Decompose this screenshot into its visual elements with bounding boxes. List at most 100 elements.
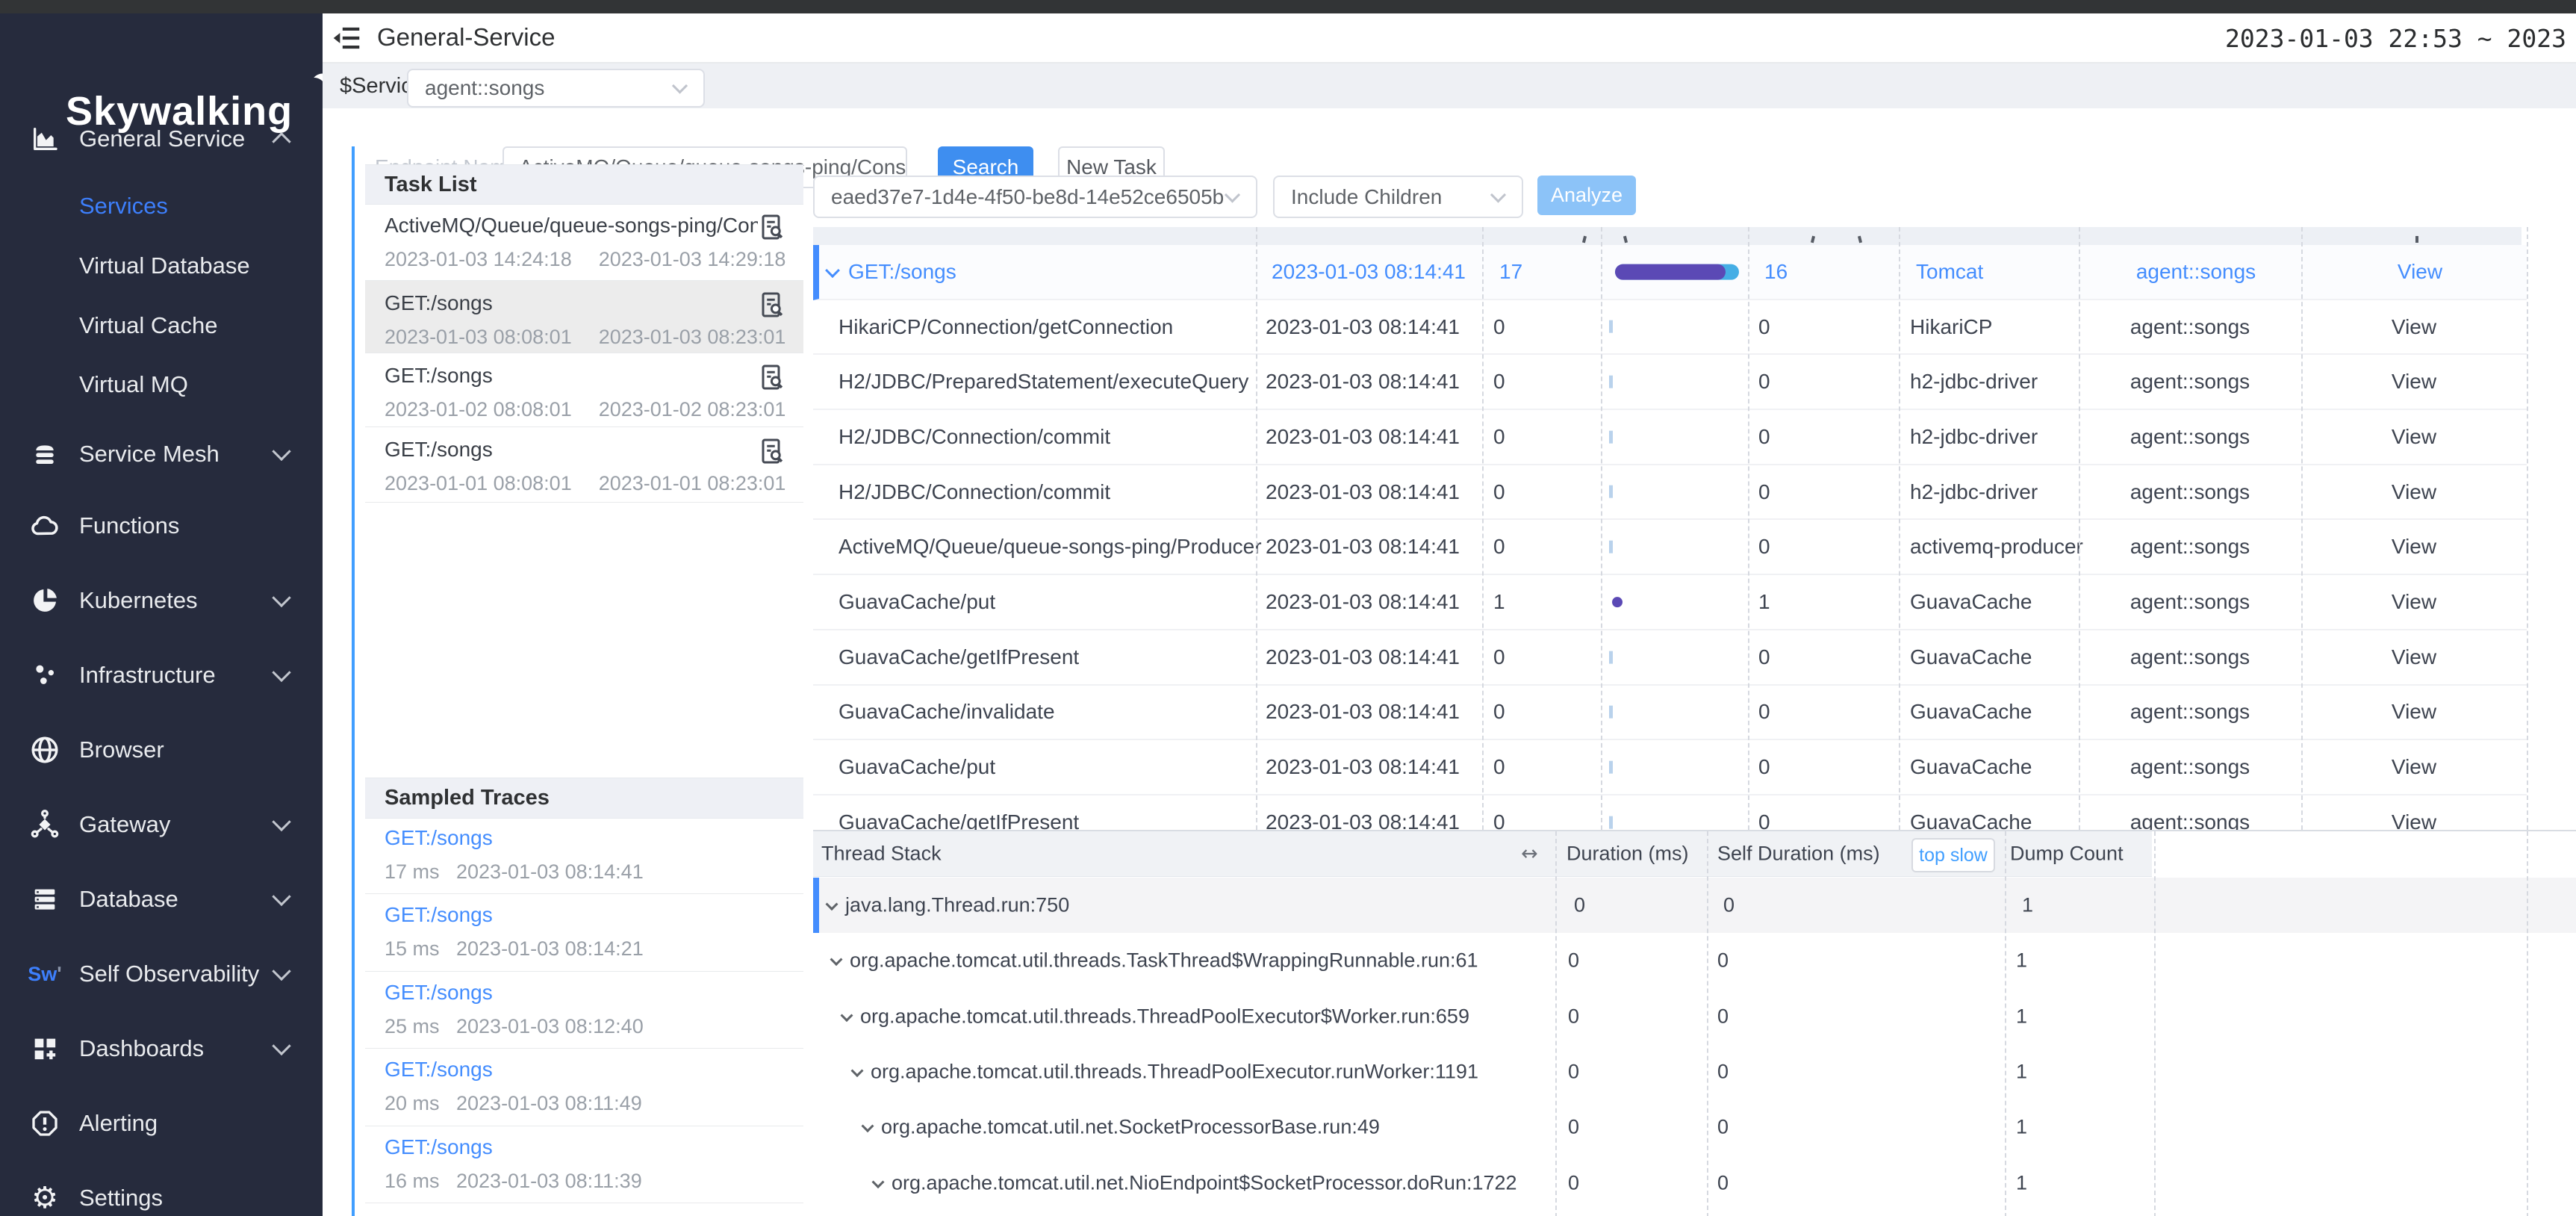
trace-name-link[interactable]: GET:/songs [385,826,493,850]
span-name: HikariCP/Connection/getConnection [839,315,1173,339]
chevron-down-icon[interactable] [830,953,843,966]
thread-stack-row[interactable]: org.apache.tomcat.util.net.NioEndpoint$S… [813,1155,2576,1211]
database-icon [28,883,61,916]
thread-stack-row[interactable]: org.apache.tomcat.util.net.SocketProcess… [813,1099,2576,1155]
spans-table-row[interactable]: H2/JDBC/Connection/commit2023-01-03 08:1… [813,465,2527,521]
sidebar-item-settings[interactable]: ⚙Settings [0,1167,323,1216]
sidebar-item-virtual-database[interactable]: Virtual Database [0,235,323,297]
sidebar-item-functions[interactable]: Functions [0,495,323,556]
collapse-menu-icon[interactable] [331,24,362,52]
sampled-trace-item[interactable]: GET:/songs25 ms2023-01-03 08:12:40 [365,972,803,1049]
span-view-link[interactable]: View [2301,480,2527,504]
span-view-link[interactable]: View [2301,755,2527,779]
top-slow-button[interactable]: top slow [1911,838,1995,872]
spans-table-row[interactable]: GET:/songs2023-01-03 08:14:411716Tomcata… [813,245,2527,300]
span-view-link[interactable]: View [2301,590,2527,614]
sidebar-item-virtual-mq[interactable]: Virtual MQ [0,354,323,415]
sidebar-item-kubernetes[interactable]: Kubernetes [0,570,323,631]
span-view-link[interactable]: View [2301,700,2527,724]
sidebar-item-general-service[interactable]: General Service [0,108,323,170]
trace-meta: 17 ms2023-01-03 08:14:41 [385,860,644,884]
sidebar-item-virtual-cache[interactable]: Virtual Cache [0,295,323,356]
analyze-button[interactable]: Analyze [1537,176,1636,215]
trace-name-link[interactable]: GET:/songs [385,981,493,1005]
thread-stack-row[interactable]: org.apache.tomcat.util.threads.TaskThrea… [813,933,2576,988]
frame-dump-count: 1 [2022,894,2033,917]
analyze-mode-select[interactable]: Include Children [1273,176,1523,218]
spans-table-row[interactable]: HikariCP/Connection/getConnection2023-01… [813,300,2527,356]
view-task-logs-icon[interactable] [759,212,785,242]
spans-table-row[interactable]: H2/JDBC/Connection/commit 2023-01-03 08:1… [813,410,2527,465]
service-select[interactable]: agent::songs [407,69,705,108]
trace-duration: 15 ms [385,937,456,961]
sampled-trace-item[interactable]: GET:/songs20 ms2023-01-03 08:11:49 [365,1049,803,1126]
sidebar-item-alerting[interactable]: Alerting [0,1093,323,1154]
resize-columns-icon[interactable]: ↔ [1521,843,1538,866]
sampled-trace-item[interactable]: GET:/songs 17 ms2023-01-03 08:14:41 [365,817,803,894]
trace-name-link[interactable]: GET:/songs [385,1135,493,1159]
duration-zero-tick [1609,486,1613,498]
chevron-down-icon[interactable] [851,1064,864,1077]
time-range-picker[interactable]: 2023-01-03 22:53 ~ 2023 [2225,24,2566,53]
task-start-time: 2023-01-01 08:08:01 [385,472,572,494]
span-view-link[interactable]: View [2301,370,2527,394]
span-duration-bar-cell [1609,740,1740,794]
thread-stack-row[interactable]: org.apache.tomcat.util.threads.ThreadPoo… [813,1044,2576,1099]
span-view-link[interactable]: View [2301,535,2527,559]
sampled-trace-item[interactable]: GET:/songs15 ms2023-01-03 08:14:21 [365,894,803,971]
cloud-icon [28,509,61,542]
sidebar-item-dashboards[interactable]: Dashboards [0,1018,323,1079]
spans-table-row[interactable]: ActiveMQ/Queue/queue-songs-ping/Producer… [813,521,2527,576]
task-list-item[interactable]: GET:/songs2023-01-03 08:08:012023-01-03 … [365,281,803,353]
span-view-link[interactable]: View [2301,645,2527,669]
span-duration-bar-cell [1609,521,1740,574]
span-exec-count: 0 [1493,480,1505,504]
view-task-logs-icon[interactable] [759,290,785,320]
span-name-text: H2/JDBC/Connection/commit [839,425,1110,448]
task-list-item[interactable]: GET:/songs2023-01-02 08:08:012023-01-02 … [365,353,803,427]
sidebar-item-browser[interactable]: Browser [0,719,323,781]
segment-select[interactable]: eaed37e7-1d4e-4f50-be8d-14e52ce6505b [813,176,1257,218]
spans-table-row[interactable]: GuavaCache/invalidate2023-01-03 08:14:41… [813,686,2527,741]
chevron-down-icon[interactable] [841,1009,853,1022]
sidebar-item-gateway[interactable]: Gateway [0,794,323,855]
sidebar-item-service-mesh[interactable]: Service Mesh [0,424,323,485]
spans-table-clipped-header [813,227,2521,245]
span-start-time: 2023-01-03 08:14:41 [1266,425,1460,449]
chevron-down-icon[interactable] [826,898,839,911]
chevron-down-icon[interactable] [872,1176,885,1188]
sidebar-item-infrastructure[interactable]: Infrastructure [0,645,323,706]
chevron-down-icon [272,813,290,831]
chevron-down-icon[interactable] [825,264,840,279]
thread-stack-row[interactable]: java.lang.Thread.run:750001 [813,878,2576,933]
chevron-down-icon[interactable] [862,1120,874,1132]
spans-table-row[interactable]: GuavaCache/getIfPresent2023-01-03 08:14:… [813,630,2527,686]
task-list-item[interactable]: ActiveMQ/Queue/queue-songs-ping/Consumer… [365,203,803,281]
sidebar-item-database[interactable]: Database [0,869,323,930]
task-list-item[interactable]: GET:/songs2023-01-01 08:08:012023-01-01 … [365,427,803,503]
span-exec-count: 0 [1493,645,1505,669]
task-name: GET:/songs [385,291,758,315]
spans-table-row[interactable]: GuavaCache/put2023-01-03 08:14:4111Guava… [813,575,2527,630]
spans-table-row[interactable]: GuavaCache/put2023-01-03 08:14:4100Guava… [813,740,2527,795]
stack-frame: org.apache.tomcat.util.threads.TaskThrea… [832,949,1478,973]
thread-stack-row[interactable]: org.apache.tomcat.util.threads.ThreadPoo… [813,989,2576,1044]
span-view-link[interactable]: View [2301,315,2527,339]
duration-zero-tick [1609,320,1613,333]
stack-frame-text: org.apache.tomcat.util.threads.ThreadPoo… [860,1005,1469,1027]
sidebar-item-services[interactable]: Services [0,176,323,237]
span-view-link[interactable]: View [2307,260,2533,284]
trace-name-link[interactable]: GET:/songs [385,903,493,927]
spans-table-row[interactable]: H2/JDBC/PreparedStatement/executeQuery20… [813,355,2527,410]
sidebar-item-self-observability[interactable]: SwʹSelf Observability [0,943,323,1005]
span-name: GuavaCache/put [839,590,995,614]
span-view-link[interactable]: View [2301,425,2527,449]
sampled-trace-item[interactable]: GET:/songs16 ms2023-01-03 08:11:39 [365,1126,803,1203]
span-exec-count: 1 [1493,590,1505,614]
span-component: HikariCP [1910,315,1992,339]
trace-duration: 16 ms [385,1170,456,1193]
view-task-logs-icon[interactable] [759,436,785,466]
span-component: GuavaCache [1910,645,2032,669]
view-task-logs-icon[interactable] [759,362,785,392]
trace-name-link[interactable]: GET:/songs [385,1058,493,1082]
